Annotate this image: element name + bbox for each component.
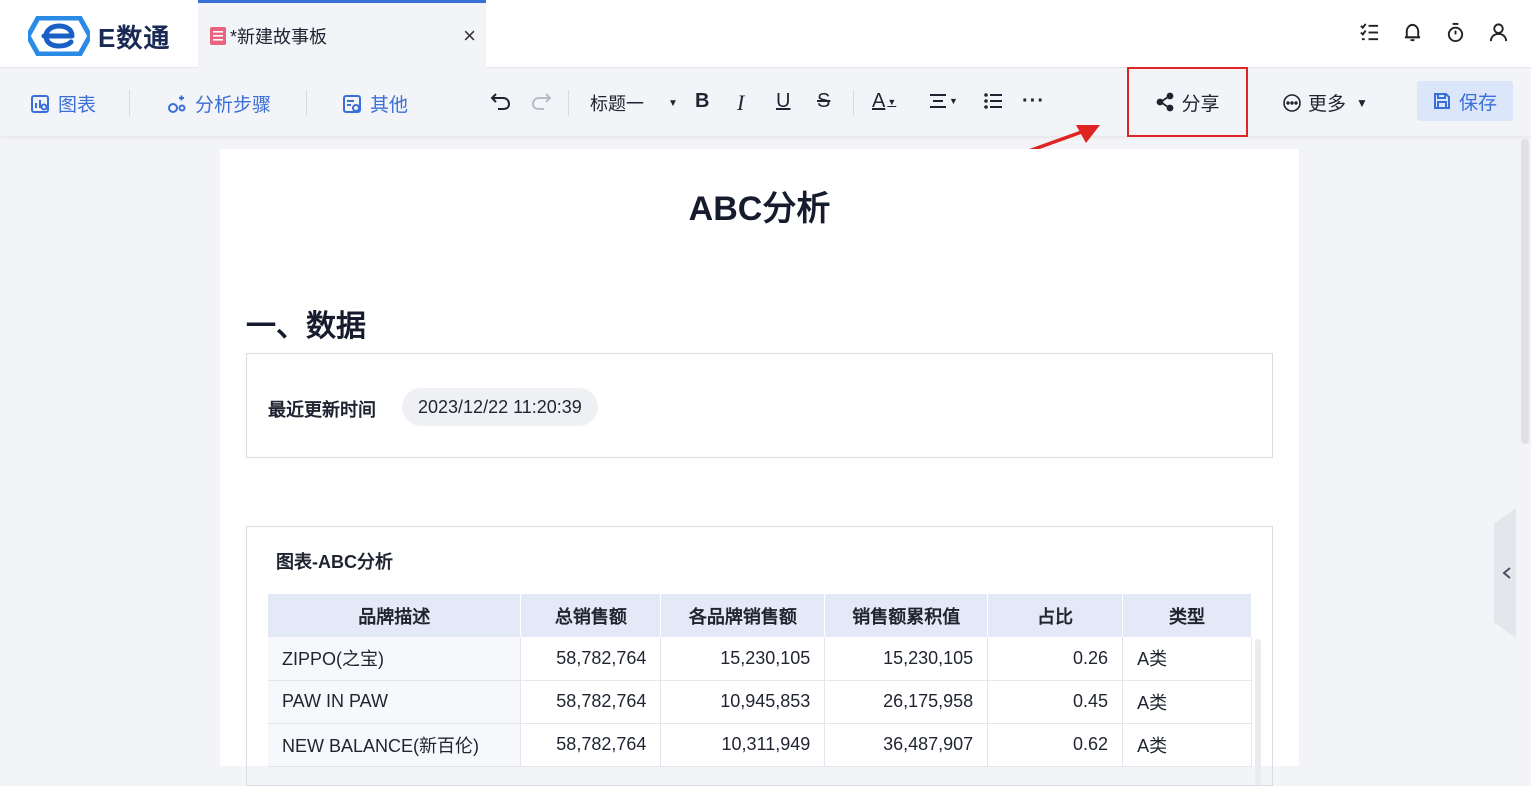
share-icon (1157, 92, 1174, 112)
table-cell: 58,782,764 (520, 637, 662, 681)
chart-title: 图表-ABC分析 (276, 552, 393, 572)
table-cell: A类 (1122, 637, 1252, 681)
undo-button[interactable] (490, 90, 512, 112)
table-row: ZIPPO(之宝) 58,782,764 15,230,105 15,230,1… (268, 637, 1252, 681)
ellipsis-circle-icon (1283, 93, 1301, 112)
table-cell: 36,487,907 (824, 723, 989, 767)
column-header[interactable]: 类型 (1122, 594, 1252, 637)
table-cell: 10,311,949 (660, 723, 826, 767)
user-icon[interactable] (1488, 22, 1509, 43)
task-list-icon[interactable] (1359, 22, 1380, 43)
timer-icon[interactable] (1445, 22, 1466, 43)
list-button[interactable] (982, 90, 1004, 112)
toolbar-divider (306, 90, 307, 116)
more-format-button[interactable]: ··· (1022, 90, 1045, 113)
floppy-disk-icon (1433, 93, 1450, 109)
column-header[interactable]: 占比 (987, 594, 1124, 637)
caret-down-icon: ▼ (1356, 95, 1368, 110)
table-cell: 58,782,764 (520, 680, 662, 724)
side-panel-toggle[interactable] (1494, 508, 1516, 638)
table-cell: A类 (1122, 680, 1252, 724)
save-button[interactable]: 保存 (1417, 81, 1513, 121)
table-cell: 58,782,764 (520, 723, 662, 767)
update-time-label: 最近更新时间 (268, 400, 376, 420)
table-cell: 0.26 (987, 637, 1124, 681)
header-actions (1359, 22, 1509, 43)
column-header[interactable]: 各品牌销售额 (660, 594, 826, 637)
toolbar-divider (568, 90, 569, 116)
tab-storyboard[interactable]: *新建故事板 × (198, 0, 486, 68)
underline-button[interactable]: U (776, 90, 790, 113)
strikethrough-button[interactable]: S (817, 90, 830, 113)
page-scrollbar[interactable] (1521, 139, 1529, 444)
table-cell: NEW BALANCE(新百伦) (268, 723, 522, 767)
toolbar-divider (853, 90, 854, 116)
other-button[interactable]: 其他 (342, 90, 408, 117)
toolbar-divider (129, 90, 130, 116)
share-button[interactable]: 分享 (1127, 67, 1248, 137)
bell-icon[interactable] (1402, 22, 1423, 43)
column-header[interactable]: 销售额累积值 (824, 594, 989, 637)
more-menu-button[interactable]: 更多 ▼ (1282, 89, 1368, 116)
close-icon[interactable]: × (463, 23, 476, 49)
update-time-card: 最近更新时间 2023/12/22 11:20:39 (246, 353, 1273, 458)
section-heading[interactable]: 一、数据 (246, 301, 366, 345)
table-cell: 0.62 (987, 723, 1124, 767)
table-cell: 26,175,958 (824, 680, 989, 724)
table-cell: 15,230,105 (824, 637, 989, 681)
insert-chart-button[interactable]: 图表 (30, 90, 96, 117)
table-scrollbar[interactable] (1255, 639, 1261, 785)
redo-button[interactable] (530, 90, 552, 112)
italic-button[interactable]: I (737, 90, 744, 116)
align-button[interactable]: ▼ (927, 90, 958, 112)
chart-card[interactable]: 图表-ABC分析 品牌描述 总销售额 各品牌销售额 销售额累积值 占比 类型 Z… (246, 526, 1273, 786)
bold-button[interactable]: B (695, 90, 709, 113)
heading-style-select[interactable]: 标题一 ▼ (590, 90, 678, 116)
document-page: ABC分析 一、数据 最近更新时间 2023/12/22 11:20:39 图表… (220, 149, 1299, 786)
table-cell: PAW IN PAW (268, 680, 522, 724)
document-title[interactable]: ABC分析 (220, 181, 1299, 230)
table-header-row: 品牌描述 总销售额 各品牌销售额 销售额累积值 占比 类型 (268, 594, 1252, 637)
redo-icon (531, 93, 552, 110)
chevron-left-icon (1502, 567, 1511, 579)
tab-title: *新建故事板 (230, 26, 328, 47)
column-header[interactable]: 品牌描述 (268, 594, 522, 637)
caret-down-icon: ▼ (887, 96, 897, 107)
font-color-button[interactable]: A ▼ (872, 90, 896, 113)
align-center-icon (930, 94, 946, 108)
top-header: E数通 *新建故事板 × (0, 0, 1531, 68)
update-time-value: 2023/12/22 11:20:39 (402, 388, 598, 426)
abc-table: 品牌描述 总销售额 各品牌销售额 销售额累积值 占比 类型 ZIPPO(之宝) … (268, 594, 1252, 767)
undo-icon (490, 93, 511, 110)
table-cell: 0.45 (987, 680, 1124, 724)
caret-down-icon: ▼ (668, 97, 678, 109)
table-cell: ZIPPO(之宝) (268, 637, 522, 681)
other-icon (343, 94, 361, 113)
table-cell: 15,230,105 (660, 637, 826, 681)
table-row: PAW IN PAW 58,782,764 10,945,853 26,175,… (268, 680, 1252, 724)
table-row: NEW BALANCE(新百伦) 58,782,764 10,311,949 3… (268, 723, 1252, 767)
table-cell: A类 (1122, 723, 1252, 767)
bullet-list-icon (984, 93, 1002, 109)
analysis-steps-button[interactable]: 分析步骤 (167, 90, 271, 117)
table-cell: 10,945,853 (660, 680, 826, 724)
document-icon (210, 26, 226, 45)
column-header[interactable]: 总销售额 (520, 594, 662, 637)
chart-icon (31, 94, 49, 113)
steps-icon (168, 95, 186, 113)
caret-down-icon: ▼ (949, 96, 958, 106)
app-logo[interactable]: E数通 (28, 16, 170, 56)
app-name: E数通 (98, 22, 171, 53)
e-logo-icon (28, 16, 90, 56)
